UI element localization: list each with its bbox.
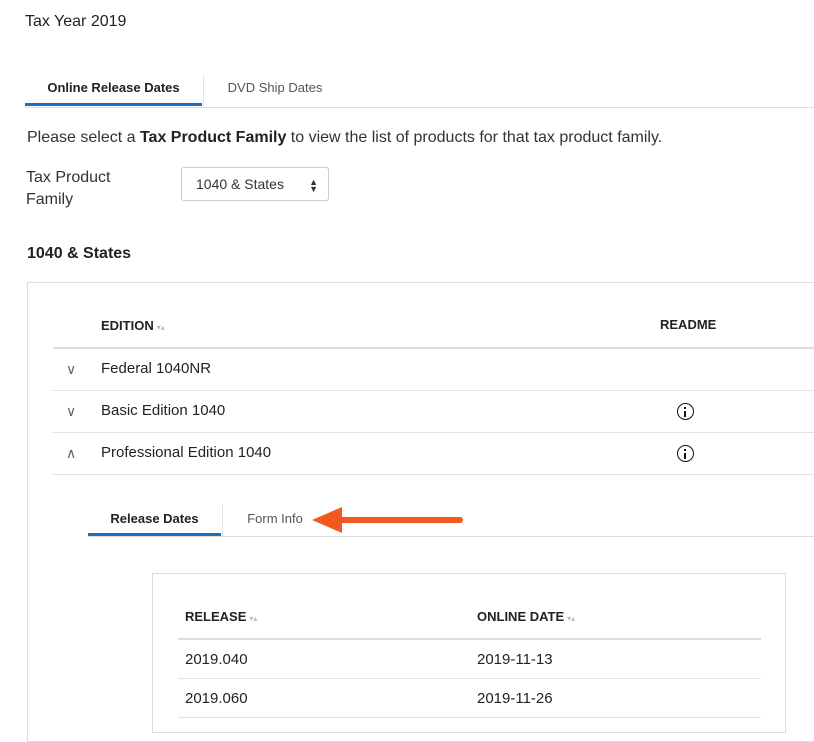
table-row[interactable]: ∨ Basic Edition 1040 [53,391,814,433]
column-header-readme: README [660,317,717,332]
family-select-label: Tax Product Family [26,169,111,208]
table-row[interactable]: ∨ Federal 1040NR [53,349,814,391]
info-icon[interactable] [677,403,694,420]
page-title: Tax Year 2019 [25,13,127,30]
release-version: 2019.040 [185,651,248,668]
edition-name: Basic Edition 1040 [101,402,226,419]
tab-release-dates[interactable]: Release Dates [88,504,221,536]
family-select[interactable]: 1040 & States ▲ ▼ [181,167,329,201]
tab-dvd-ship-dates[interactable]: DVD Ship Dates [203,74,346,106]
column-header-online-date[interactable]: ONLINE DATE ▾▴ [477,609,575,624]
annotation-arrow-icon [312,507,463,533]
instruction-prefix: Please select a [27,129,140,146]
info-icon[interactable] [677,445,694,462]
release-row: 2019.040 2019-11-13 [178,640,761,679]
release-type-tabs: Online Release Dates DVD Ship Dates [25,74,814,108]
sort-icon: ▾▴ [156,323,165,332]
instruction-bold: Tax Product Family [139,129,287,146]
column-header-release-label: RELEASE [185,609,247,624]
column-header-online-date-label: ONLINE DATE [477,609,565,624]
column-header-edition-label: EDITION [101,318,154,333]
instruction-text: Please select a Tax Product Family to vi… [27,129,662,147]
sort-icon: ▾▴ [567,614,576,623]
section-heading: 1040 & States [27,245,132,262]
column-header-edition[interactable]: EDITION ▾▴ [101,318,165,333]
column-header-release[interactable]: RELEASE ▾▴ [185,609,257,624]
edition-name: Professional Edition 1040 [101,444,272,461]
release-version: 2019.060 [185,690,248,707]
release-row: 2019.060 2019-11-26 [178,679,761,718]
release-online-date: 2019-11-26 [477,690,553,707]
sort-icon: ▾▴ [249,614,258,623]
edition-name: Federal 1040NR [101,360,212,377]
chevron-down-icon[interactable]: ∨ [66,403,76,420]
tab-online-release-dates[interactable]: Online Release Dates [25,74,202,106]
table-row[interactable]: ∧ Professional Edition 1040 [53,433,814,475]
chevron-down-icon[interactable]: ∨ [66,361,76,378]
release-online-date: 2019-11-13 [477,651,553,668]
chevron-up-icon[interactable]: ∧ [66,445,76,462]
instruction-suffix: to view the list of products for that ta… [286,129,663,146]
family-select-value: 1040 & States [196,176,284,192]
